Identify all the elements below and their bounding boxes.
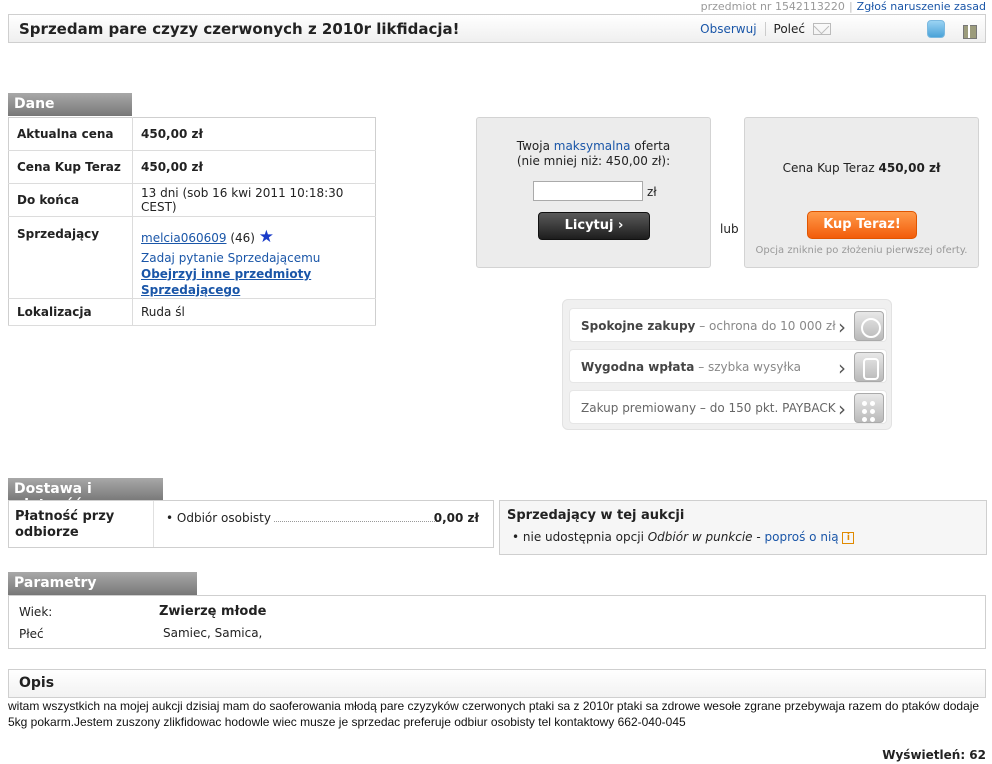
benefit-protection[interactable]: Spokojne zakupy – ochrona do 10 000 zł › xyxy=(569,308,887,342)
delivery-option: • Odbiór osobisty xyxy=(166,511,271,525)
gift-icon[interactable] xyxy=(961,20,977,39)
delivery-price: 0,00 zł xyxy=(433,511,479,525)
chevron-right-icon: › xyxy=(838,315,846,339)
delivery-options: Płatność przy odbiorze • Odbiór osobisty… xyxy=(8,500,494,548)
buy-now-label: Cena Kup Teraz xyxy=(782,161,875,175)
seller-delivery-title: Sprzedający w tej aukcji xyxy=(507,508,685,523)
description-title: Opis xyxy=(19,675,55,691)
seller-delivery-item: • nie udostępnia opcji Odbiór w punkcie … xyxy=(512,530,855,544)
seller-label: Sprzedający xyxy=(8,216,133,299)
or-label: lub xyxy=(720,222,739,236)
location-value: Ruda śl xyxy=(132,298,376,326)
report-link[interactable]: Zgłoś naruszenie zasad xyxy=(857,0,986,13)
benefit-title: Wygodna wpłata xyxy=(581,360,695,374)
current-price-value: 450,00 zł xyxy=(132,117,376,151)
description-header: Opis xyxy=(8,669,986,698)
info-icon[interactable]: i xyxy=(842,531,855,544)
umbrella-icon xyxy=(854,311,884,341)
benefit-desc: – ochrona do 10 000 zł xyxy=(695,319,836,333)
buy-now-price: 450,00 zł xyxy=(878,161,941,175)
recommend-link[interactable]: Poleć xyxy=(774,22,805,36)
benefit-desc: – szybka wysyłka xyxy=(694,360,801,374)
bid-instructions: Twoja maksymalna oferta (nie mniej niż: … xyxy=(477,139,710,169)
seller-info: melcia060609 (46) ★ Zadaj pytanie Sprzed… xyxy=(132,216,376,299)
seller-rating: (46) xyxy=(230,231,255,245)
location-label: Lokalizacja xyxy=(8,298,133,326)
bid-amount-input[interactable] xyxy=(533,181,643,201)
buy-now-price-value: 450,00 zł xyxy=(132,150,376,184)
page-title: Sprzedam pare czyzy czerwonych z 2010r l… xyxy=(19,20,460,38)
buy-now-note: Opcja zniknie po złożeniu pierwszej ofer… xyxy=(755,245,968,256)
table-row: Wiek: Zwierzę młode xyxy=(9,601,985,622)
section-header-parametry: Parametry xyxy=(8,572,197,595)
benefit-desc: Zakup premiowany – do 150 pkt. PAYBACK xyxy=(581,401,836,415)
table-row: Cena Kup Teraz 450,00 zł xyxy=(8,150,376,184)
table-row: Aktualna cena 450,00 zł xyxy=(8,117,376,151)
seller-name-link[interactable]: melcia060609 xyxy=(141,231,227,245)
star-icon: ★ xyxy=(258,227,275,247)
other-items-link[interactable]: Obejrzyj inne przedmioty Sprzedającego xyxy=(141,267,311,297)
buy-now-button[interactable]: Kup Teraz! xyxy=(807,211,917,239)
hand-icon xyxy=(854,352,884,382)
request-option-link[interactable]: poproś o nią xyxy=(765,530,839,544)
auction-data-table: Aktualna cena 450,00 zł Cena Kup Teraz 4… xyxy=(8,117,376,326)
section-header-dane: Dane xyxy=(8,93,132,116)
benefits-panel: Spokojne zakupy – ochrona do 10 000 zł ›… xyxy=(562,299,892,430)
benefit-title: Spokojne zakupy xyxy=(581,319,696,333)
bid-button[interactable]: Licytuj › xyxy=(538,212,650,240)
sex-value: Samiec, Samica, xyxy=(163,626,263,640)
buy-now-panel: Cena Kup Teraz 450,00 zł Kup Teraz! Opcj… xyxy=(744,117,979,268)
share-icon[interactable] xyxy=(927,20,945,38)
buy-now-price-label: Cena Kup Teraz xyxy=(8,150,133,184)
chevron-right-icon: › xyxy=(838,397,846,421)
description-text: witam wszystkich na mojej aukcji dzisiaj… xyxy=(8,699,980,729)
table-row: Sprzedający melcia060609 (46) ★ Zadaj py… xyxy=(8,216,376,299)
benefit-payment[interactable]: Wygodna wpłata – szybka wysyłka › xyxy=(569,349,887,383)
age-label: Wiek: xyxy=(19,605,53,619)
end-time-label: Do końca xyxy=(8,183,133,217)
benefit-payback[interactable]: Zakup premiowany – do 150 pkt. PAYBACK › xyxy=(569,390,887,424)
current-price-label: Aktualna cena xyxy=(8,117,133,151)
item-number: przedmiot nr 1542113220 xyxy=(700,0,845,13)
table-row: Do końca 13 dni (sob 16 kwi 2011 10:18:3… xyxy=(8,183,376,217)
title-tools: Obserwuj Poleć xyxy=(700,20,977,39)
ask-seller-link[interactable]: Zadaj pytanie Sprzedającemu xyxy=(141,251,320,265)
view-count: Wyświetleń: 62 xyxy=(882,748,986,762)
bid-panel: Twoja maksymalna oferta (nie mniej niż: … xyxy=(476,117,711,268)
bid-text-pre: Twoja xyxy=(516,139,550,153)
seller-delivery-info: Sprzedający w tej aukcji • nie udostępni… xyxy=(499,500,987,555)
bid-text-post: oferta xyxy=(634,139,671,153)
mail-icon[interactable] xyxy=(813,23,831,35)
end-time-value: 13 dni (sob 16 kwi 2011 10:18:30 CEST) xyxy=(132,183,376,217)
top-meta: przedmiot nr 1542113220 | Zgłoś naruszenie… xyxy=(700,0,986,13)
min-bid-text: (nie mniej niż: 450,00 zł): xyxy=(516,154,671,168)
table-row: Lokalizacja Ruda śl xyxy=(8,298,376,326)
table-row: Płeć Samiec, Samica, xyxy=(9,623,985,644)
observe-link[interactable]: Obserwuj xyxy=(700,22,756,36)
buy-now-price-line: Cena Kup Teraz 450,00 zł xyxy=(745,161,978,175)
title-bar: Sprzedam pare czyzy czerwonych z 2010r l… xyxy=(8,14,986,43)
sex-label: Płeć xyxy=(19,627,44,641)
parameters-table: Wiek: Zwierzę młode Płeć Samiec, Samica, xyxy=(8,595,986,649)
payment-on-delivery-label: Płatność przy odbiorze xyxy=(9,501,154,547)
payback-icon xyxy=(854,393,884,423)
divider xyxy=(764,22,766,36)
bid-unit: zł xyxy=(647,185,657,199)
dotted-leader xyxy=(274,521,437,522)
chevron-right-icon: › xyxy=(838,356,846,380)
age-value: Zwierzę młode xyxy=(159,604,267,619)
max-offer-link[interactable]: maksymalna xyxy=(554,139,631,153)
section-header-dostawa: Dostawa i płatność xyxy=(8,478,163,513)
